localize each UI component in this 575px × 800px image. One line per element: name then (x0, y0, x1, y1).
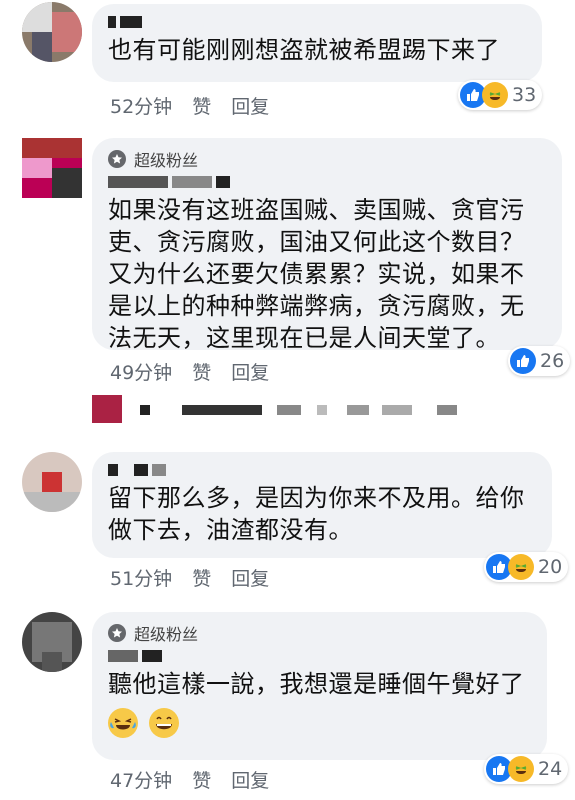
comment-meta: 49分钟 赞 回复 (110, 358, 269, 385)
comment-meta: 51分钟 赞 回复 (110, 564, 269, 591)
like-button[interactable]: 赞 (192, 358, 211, 385)
haha-icon (482, 82, 508, 108)
timestamp[interactable]: 52分钟 (110, 92, 172, 119)
star-icon (108, 150, 126, 168)
avatar[interactable] (22, 452, 82, 512)
author-name[interactable] (108, 174, 546, 190)
reply-button[interactable]: 回复 (231, 766, 269, 793)
author-name[interactable] (108, 648, 531, 664)
crying-laughing-emoji (108, 708, 138, 738)
timestamp[interactable]: 49分钟 (110, 358, 172, 385)
reaction-summary[interactable]: 26 (508, 346, 571, 376)
badge-label: 超级粉丝 (134, 151, 199, 170)
comment-text: 也有可能刚刚想盗就被希盟踢下来了 (108, 36, 500, 64)
haha-icon (508, 756, 534, 782)
comment-bubble: 超级粉丝 聽他這樣一說，我想還是睡個午覺好了 (92, 612, 547, 760)
timestamp[interactable]: 47分钟 (110, 766, 172, 793)
avatar[interactable] (22, 2, 82, 62)
like-button[interactable]: 赞 (192, 766, 211, 793)
author-name[interactable] (108, 14, 526, 30)
reaction-count: 26 (540, 350, 565, 372)
reply-button[interactable]: 回复 (231, 92, 269, 119)
comment-meta: 47分钟 赞 回复 (110, 766, 269, 793)
reaction-summary[interactable]: 24 (484, 754, 569, 784)
reaction-count: 33 (512, 84, 537, 106)
avatar[interactable] (22, 138, 82, 198)
grinning-emoji (149, 708, 180, 738)
haha-icon (508, 554, 534, 580)
comment-bubble: 也有可能刚刚想盗就被希盟踢下来了 (92, 4, 542, 82)
timestamp[interactable]: 51分钟 (110, 564, 172, 591)
comment-meta: 52分钟 赞 回复 (110, 92, 269, 119)
reaction-summary[interactable]: 33 (458, 80, 543, 110)
comment-text: 如果没有这班盗国贼、卖国贼、贪官污吏、贪污腐败，国油又何此这个数目？又为什么还要… (108, 196, 525, 352)
comment-text: 留下那么多，是因为你来不及用。给你做下去，油渣都没有。 (108, 484, 525, 544)
avatar[interactable] (22, 612, 82, 672)
reaction-count: 24 (538, 758, 563, 780)
like-icon (510, 348, 536, 374)
comment-bubble: 超级粉丝 如果没有这班盗国贼、卖国贼、贪官污吏、贪污腐败，国油又何此这个数目？又… (92, 138, 562, 352)
like-button[interactable]: 赞 (192, 564, 211, 591)
author-name[interactable] (108, 462, 536, 478)
top-fan-badge: 超级粉丝 (108, 146, 546, 172)
comment-bubble: 留下那么多，是因为你来不及用。给你做下去，油渣都没有。 (92, 452, 552, 558)
reaction-count: 20 (538, 556, 563, 578)
like-button[interactable]: 赞 (192, 92, 211, 119)
reply-button[interactable]: 回复 (231, 358, 269, 385)
reaction-summary[interactable]: 20 (484, 552, 569, 582)
top-fan-badge: 超级粉丝 (108, 620, 531, 646)
view-replies-row[interactable] (92, 393, 512, 423)
emoji-row (108, 708, 531, 742)
badge-label: 超级粉丝 (134, 625, 199, 644)
reply-button[interactable]: 回复 (231, 564, 269, 591)
comment-text: 聽他這樣一說，我想還是睡個午覺好了 (108, 670, 525, 698)
star-icon (108, 624, 126, 642)
